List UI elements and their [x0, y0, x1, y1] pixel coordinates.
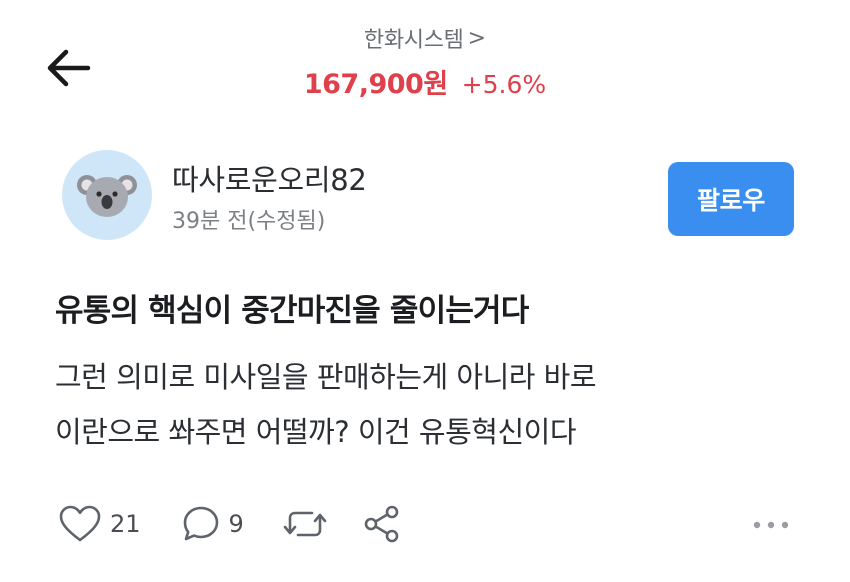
more-icon — [753, 521, 789, 529]
comment-icon — [183, 506, 218, 541]
repost-icon — [283, 511, 327, 537]
share-button[interactable] — [362, 504, 402, 544]
stock-header: 한화시스템 > 167,900원 +5.6% — [0, 22, 850, 101]
action-bar: 21 9 — [58, 500, 402, 548]
price-change: +5.6% — [461, 70, 547, 99]
heart-icon — [59, 505, 101, 542]
price-row: 167,900원 +5.6% — [304, 62, 546, 101]
comment-count: 9 — [228, 510, 244, 538]
share-icon — [364, 505, 399, 543]
post-body-line: 그런 의미로 미사일을 판매하는게 아니라 바로 — [55, 360, 597, 394]
chevron-right-icon: > — [467, 25, 487, 51]
more-options-button[interactable] — [748, 512, 794, 538]
post-title: 유통의 핵심이 중간마진을 줄이는거다 — [55, 293, 529, 329]
post-timestamp: 39분 전(수정됨) — [172, 209, 326, 234]
avatar[interactable] — [62, 150, 152, 240]
stock-name: 한화시스템 — [363, 28, 464, 53]
like-count: 21 — [110, 510, 141, 538]
follow-button[interactable]: 팔로우 — [668, 162, 794, 236]
post-body-line: 이란으로 쏴주면 어떨까? 이건 유통혁신이다 — [55, 415, 577, 449]
post-detail-screen: 한화시스템 > 167,900원 +5.6% 따사로운오리82 39분 전(수정… — [0, 0, 850, 582]
stock-price: 167,900원 — [303, 69, 448, 100]
comment-button[interactable]: 9 — [181, 504, 244, 544]
post-body: 그런 의미로 미사일을 판매하는게 아니라 바로 이란으로 쏴주면 어떨까? 이… — [55, 350, 815, 460]
repost-button[interactable] — [282, 504, 328, 544]
stock-link[interactable]: 한화시스템 > — [364, 22, 486, 54]
author-name[interactable]: 따사로운오리82 — [172, 157, 367, 199]
koala-icon — [77, 175, 137, 217]
like-button[interactable]: 21 — [58, 504, 141, 544]
